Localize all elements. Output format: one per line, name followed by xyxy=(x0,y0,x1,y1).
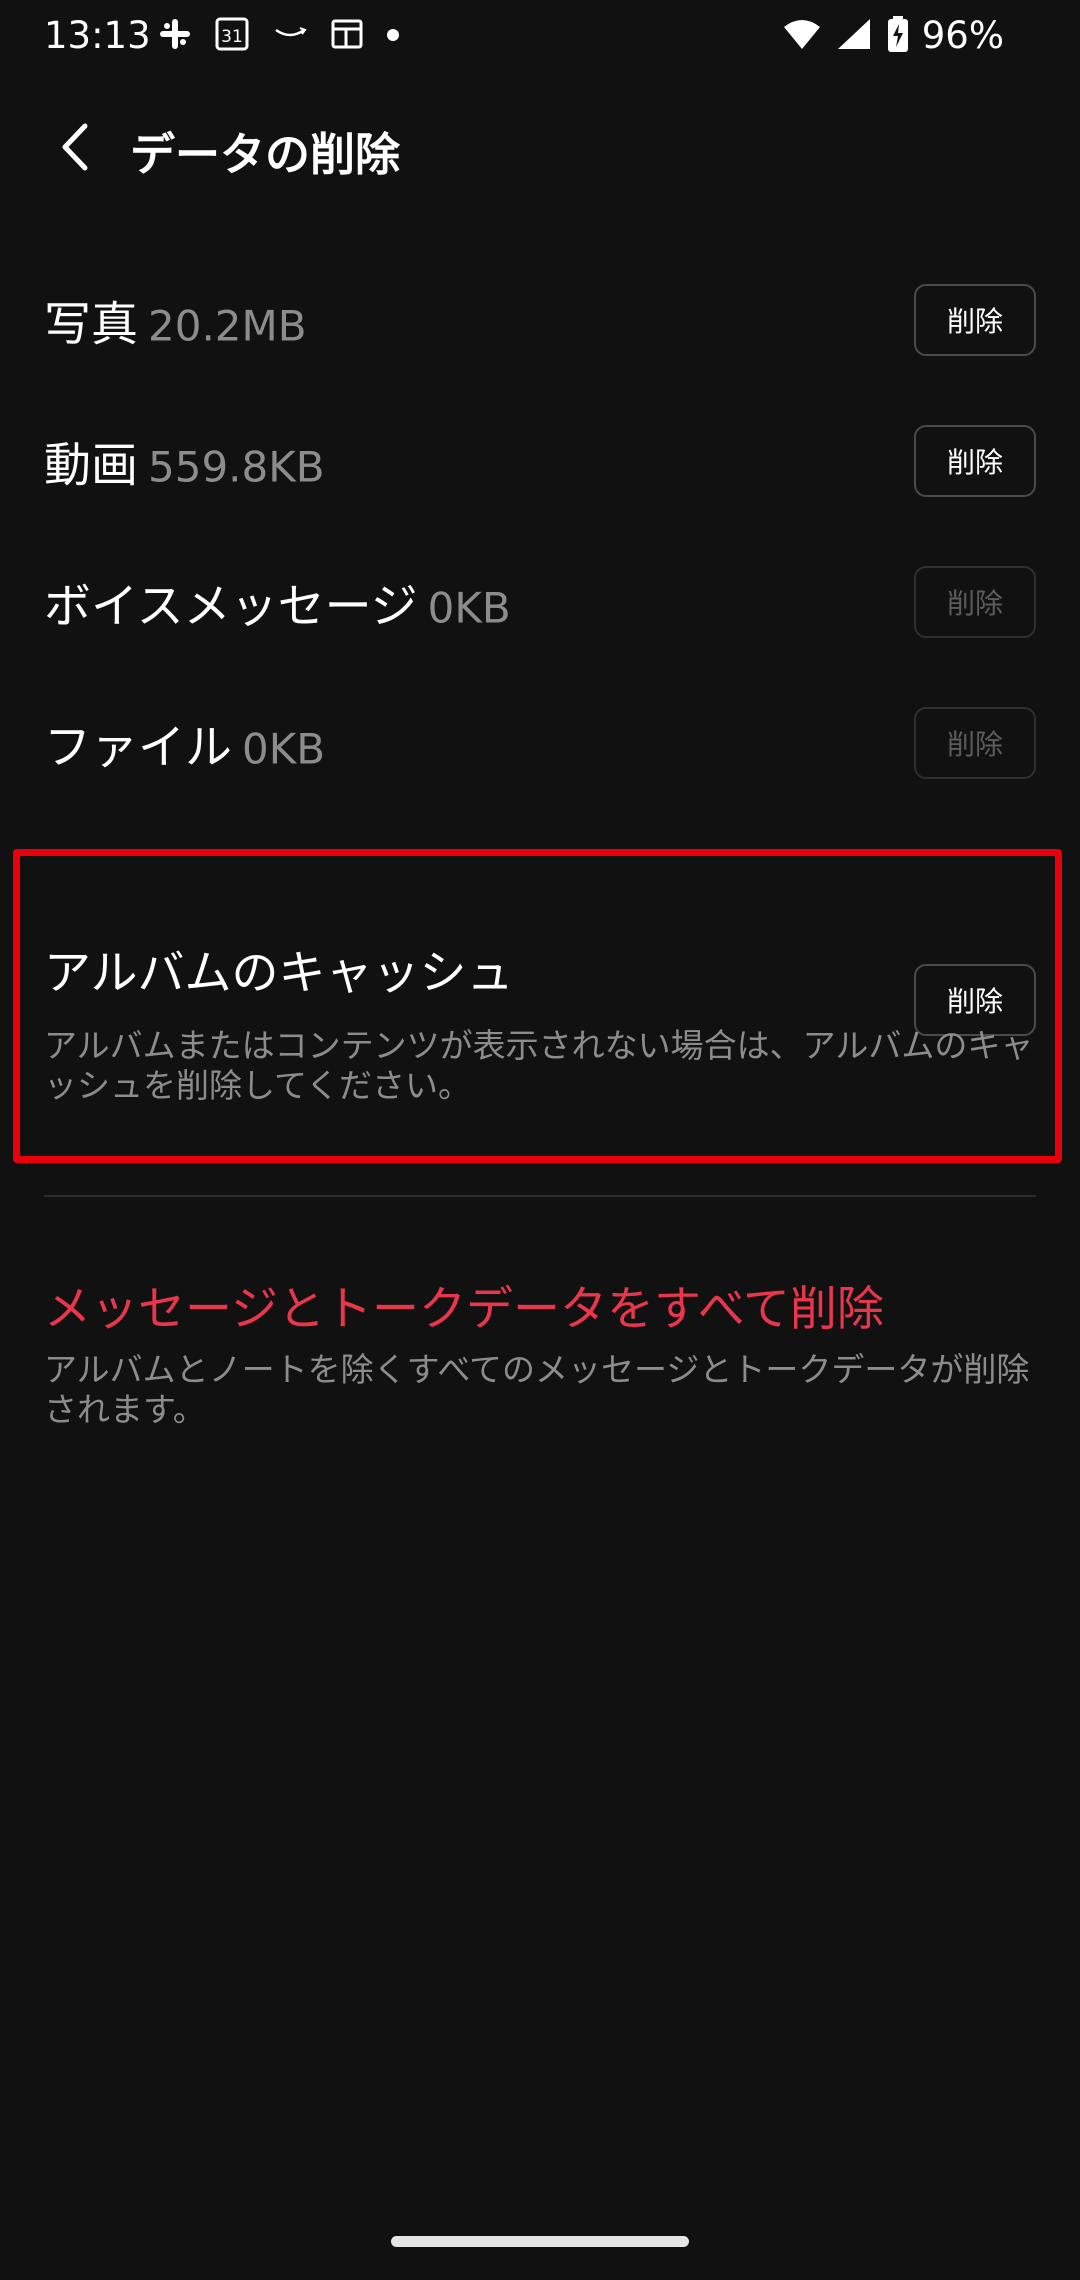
row-photos: 写真 20.2MB 削除 xyxy=(0,265,1080,375)
status-bar: 13:13 31 96% xyxy=(0,0,1080,72)
battery-percent: 96% xyxy=(921,14,1004,57)
delete-voice-messages-button[interactable]: 削除 xyxy=(914,566,1036,638)
delete-photos-button[interactable]: 削除 xyxy=(914,284,1036,356)
delete-files-button[interactable]: 削除 xyxy=(914,707,1036,779)
home-indicator[interactable] xyxy=(391,2236,689,2247)
news-icon xyxy=(330,17,364,55)
row-label: 動画 559.8KB xyxy=(44,427,325,496)
status-time: 13:13 xyxy=(44,14,151,57)
status-icons-right xyxy=(782,16,910,56)
item-name: 動画 xyxy=(44,438,138,494)
item-size: 0KB xyxy=(242,724,326,774)
row-files: ファイル 0KB 削除 xyxy=(0,688,1080,798)
item-size: 20.2MB xyxy=(148,301,307,351)
row-videos: 動画 559.8KB 削除 xyxy=(0,406,1080,516)
item-name: ファイル xyxy=(44,720,232,776)
back-button[interactable] xyxy=(40,112,110,182)
status-icons-left: 31 xyxy=(158,16,400,56)
wifi-icon xyxy=(782,17,822,55)
row-label: 写真 20.2MB xyxy=(44,286,307,355)
album-cache-title: アルバムのキャッシュ xyxy=(44,946,514,1001)
chevron-left-icon xyxy=(62,123,88,171)
item-name: ボイスメッセージ xyxy=(44,579,418,635)
item-name: 写真 xyxy=(44,297,138,353)
delete-all-data-link[interactable]: メッセージとトークデータをすべて削除 xyxy=(44,1270,884,1339)
item-size: 559.8KB xyxy=(148,442,325,492)
row-label: ボイスメッセージ 0KB xyxy=(44,568,511,637)
delete-videos-button[interactable]: 削除 xyxy=(914,425,1036,497)
calendar-icon: 31 xyxy=(214,16,250,56)
signal-icon xyxy=(836,17,872,55)
album-cache-description: アルバムまたはコンテンツが表示されない場合は、アルバムのキャッシュを削除してくだ… xyxy=(44,1026,1034,1105)
highlight-box xyxy=(13,849,1062,1163)
amazon-icon xyxy=(272,24,308,48)
calendar-day-text: 31 xyxy=(221,27,243,47)
row-label: ファイル 0KB xyxy=(44,709,325,778)
divider xyxy=(44,1195,1036,1197)
item-size: 0KB xyxy=(427,583,511,633)
delete-all-description: アルバムとノートを除くすべてのメッセージとトークデータが削除されます。 xyxy=(44,1350,1030,1429)
dot-icon xyxy=(386,27,400,46)
battery-charging-icon xyxy=(886,15,910,57)
row-voice-messages: ボイスメッセージ 0KB 削除 xyxy=(0,547,1080,657)
slack-icon xyxy=(158,17,192,55)
page-title: データの削除 xyxy=(130,128,401,181)
